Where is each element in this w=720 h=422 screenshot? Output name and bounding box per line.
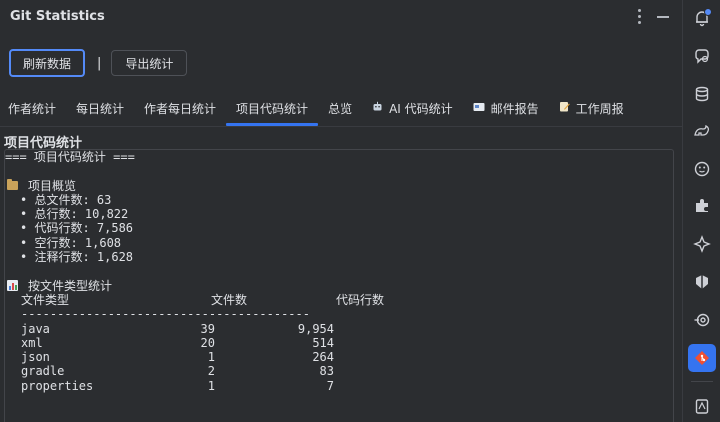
puzzle-button[interactable] bbox=[688, 192, 716, 220]
ai-chat-button[interactable] bbox=[688, 42, 716, 70]
table-row: java 39 9,954 bbox=[21, 321, 334, 336]
database-button[interactable] bbox=[688, 80, 716, 108]
table-row: gradle 2 83 bbox=[21, 364, 334, 379]
table-header: 文件类型 文件数 代码行数 bbox=[5, 293, 673, 307]
table-row: properties 1 7 bbox=[21, 378, 334, 393]
ai-sparkle-icon bbox=[693, 235, 711, 253]
export-stats-button[interactable]: 导出统计 bbox=[111, 50, 188, 76]
endpoints-button[interactable] bbox=[688, 306, 716, 334]
tool-window-header: Git Statistics bbox=[0, 0, 682, 36]
tab-overview[interactable]: 总览 bbox=[318, 92, 362, 124]
table-row: json 1 264 bbox=[21, 350, 334, 365]
table-rule: ---------------------------------------- bbox=[21, 307, 310, 322]
notifications-button[interactable] bbox=[688, 4, 716, 32]
plugin-face-button[interactable] bbox=[688, 155, 716, 183]
overview-heading: 项目概览 bbox=[5, 179, 673, 193]
right-tool-strip bbox=[682, 0, 720, 422]
robot-icon bbox=[372, 101, 383, 115]
docs-icon bbox=[695, 399, 709, 414]
overview-item: • 代码行数: 7,586 bbox=[20, 221, 134, 236]
puzzle-icon bbox=[696, 199, 708, 212]
overview-item: • 注释行数: 1,628 bbox=[20, 250, 134, 265]
mail-icon bbox=[473, 102, 485, 115]
report-header: === 项目代码统计 === bbox=[5, 150, 135, 164]
ai-sparkle-button[interactable] bbox=[688, 230, 716, 258]
git-statistics-button[interactable] bbox=[688, 344, 716, 372]
table-row: xml 20 514 bbox=[21, 335, 334, 350]
tabs-divider bbox=[0, 126, 682, 127]
gradle-icon bbox=[694, 124, 710, 136]
header-actions bbox=[632, 6, 670, 26]
more-options-icon[interactable] bbox=[632, 6, 646, 26]
minimize-icon bbox=[657, 15, 669, 18]
plugin-face-icon bbox=[694, 161, 710, 177]
gradle-button[interactable] bbox=[688, 117, 716, 145]
git-statistics-tool-window: Git Statistics 刷新数据 | 导出统计 作者统计 每日统计 作者每… bbox=[0, 0, 720, 422]
tab-bar: 作者统计 每日统计 作者每日统计 项目代码统计 总览 AI 代码统计 邮件报告 … bbox=[0, 92, 682, 126]
by-type-heading: 按文件类型统计 bbox=[5, 279, 673, 293]
report-text-area[interactable]: === 项目代码统计 === 项目概览 • 总文件数: 63 • 总行数: 10… bbox=[4, 149, 674, 422]
endpoints-icon bbox=[694, 313, 710, 327]
tab-daily-stats[interactable]: 每日统计 bbox=[66, 92, 134, 124]
tab-ai-code-stats[interactable]: AI 代码统计 bbox=[362, 92, 463, 124]
notification-badge bbox=[704, 8, 712, 16]
tab-weekly-report[interactable]: 工作周报 bbox=[549, 92, 634, 124]
column-header-lines: 代码行数 bbox=[336, 292, 385, 307]
column-header-files: 文件数 bbox=[211, 292, 248, 307]
tab-email-report[interactable]: 邮件报告 bbox=[463, 92, 549, 124]
git-statistics-icon bbox=[695, 351, 709, 365]
coverage-icon bbox=[696, 275, 708, 289]
refresh-data-button[interactable]: 刷新数据 bbox=[9, 49, 86, 77]
overview-item: • 总文件数: 63 bbox=[20, 192, 112, 207]
overview-item: • 空行数: 1,608 bbox=[20, 235, 122, 250]
ai-chat-icon bbox=[695, 49, 709, 64]
folder-icon bbox=[7, 179, 18, 191]
strip-divider bbox=[691, 381, 713, 382]
toolbar-separator: | bbox=[97, 55, 102, 71]
bar-chart-icon bbox=[7, 280, 18, 292]
overview-item: • 总行数: 10,822 bbox=[20, 207, 129, 222]
tab-author-stats[interactable]: 作者统计 bbox=[0, 92, 66, 124]
report-content: === 项目代码统计 === 项目概览 • 总文件数: 63 • 总行数: 10… bbox=[5, 150, 673, 393]
memo-icon bbox=[559, 101, 570, 115]
tab-author-daily-stats[interactable]: 作者每日统计 bbox=[134, 92, 226, 124]
hide-button[interactable] bbox=[656, 6, 670, 26]
docs-button[interactable] bbox=[688, 392, 716, 420]
database-icon bbox=[695, 86, 709, 102]
toolbar: 刷新数据 | 导出统计 bbox=[9, 49, 188, 77]
window-title: Git Statistics bbox=[10, 9, 105, 24]
coverage-button[interactable] bbox=[688, 268, 716, 296]
tab-project-code-stats[interactable]: 项目代码统计 bbox=[226, 92, 319, 126]
